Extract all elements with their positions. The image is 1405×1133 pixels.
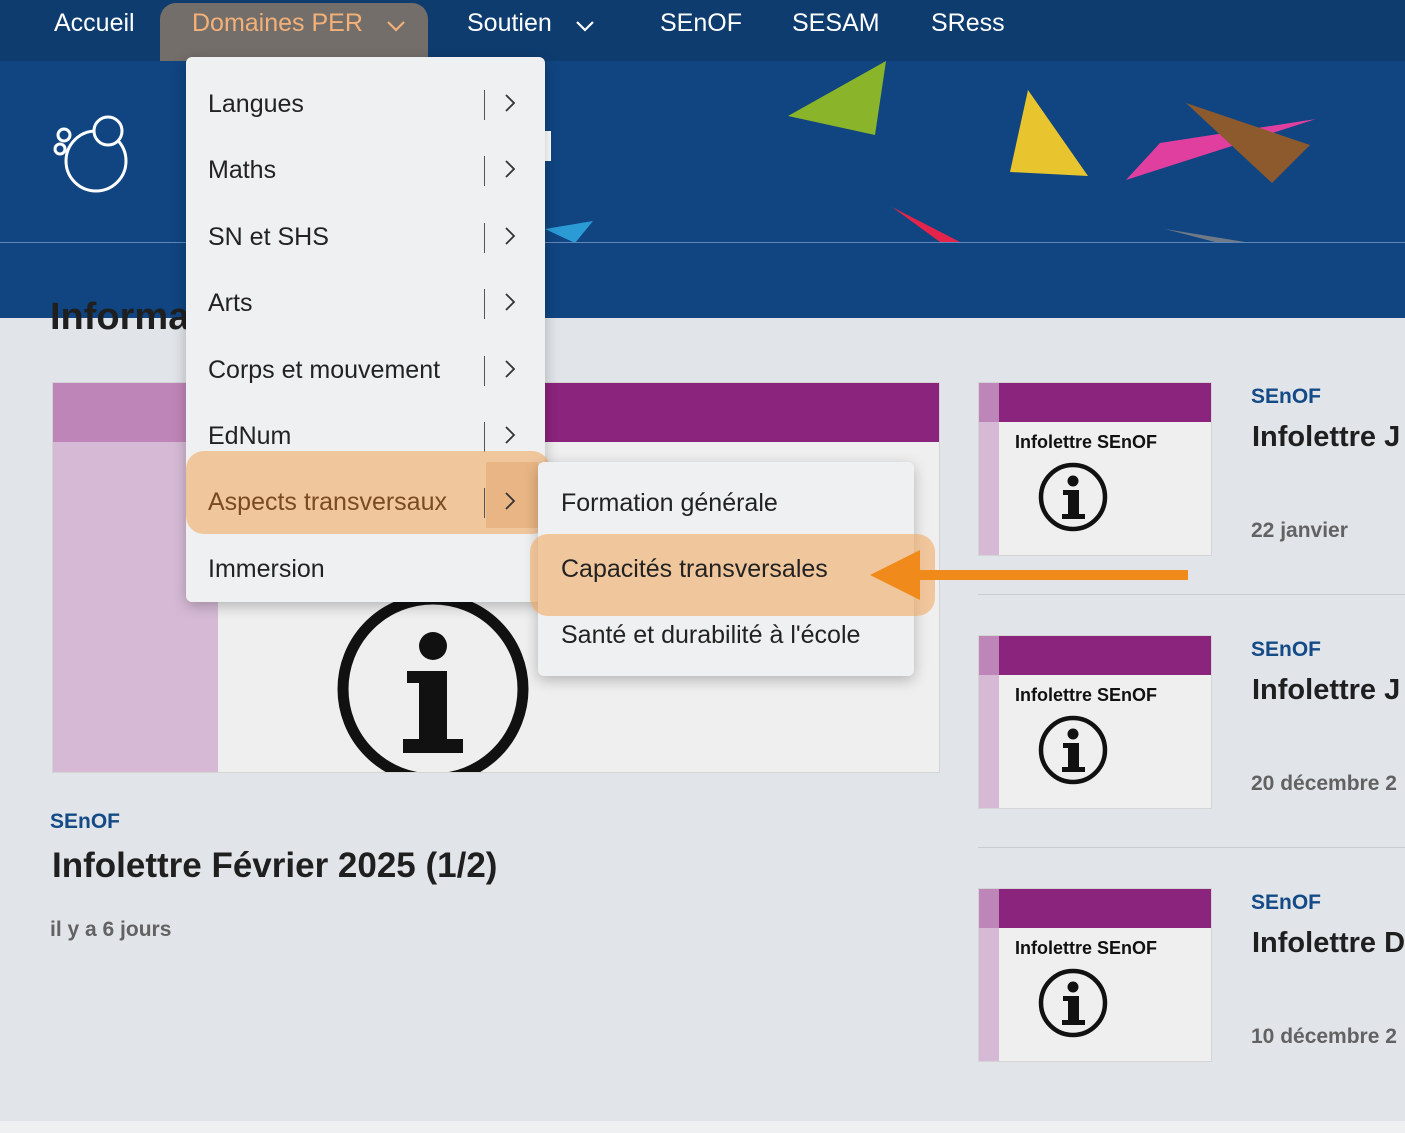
item-separator [484,488,485,518]
chevron-down-icon [575,10,595,39]
item-separator [484,223,485,253]
submenu-item-formation-generale[interactable]: Formation générale [538,470,914,536]
dropdown-item-label: EdNum [208,422,292,450]
nav-item-senof[interactable]: SEnOF [660,9,742,38]
nav-label: SEnOF [660,9,742,37]
dropdown-item-label: Arts [208,289,253,317]
side-article-kicker[interactable]: SEnOF [1251,891,1321,915]
site-logo-icon[interactable] [50,113,130,200]
item-separator [484,156,485,186]
dropdown-item-sn-shs[interactable]: SN et SHS [186,198,545,264]
thumbnail-label: Infolettre SEnOF [1015,938,1158,958]
footer-strip [0,1121,1405,1133]
nav-item-soutien[interactable]: Soutien [467,9,595,39]
dropdown-item-arts[interactable]: Arts [186,264,545,330]
nav-label: SESAM [792,9,880,37]
dropdown-item-maths[interactable]: Maths [186,131,545,197]
thumbnail-label: Infolettre SEnOF [1015,685,1158,705]
side-article-date: 20 décembre 2 [1251,772,1397,795]
chevron-right-icon[interactable] [504,425,516,450]
chevron-right-icon[interactable] [504,292,516,317]
dropdown-item-label: Maths [208,156,277,184]
featured-article-kicker[interactable]: SEnOF [50,810,120,834]
chevron-right-icon[interactable] [504,93,516,118]
image-stripe [979,636,999,675]
nav-label: Soutien [467,9,552,37]
side-article-title[interactable]: Infolettre J [1252,421,1400,454]
dropdown-item-label: Immersion [208,555,325,583]
featured-article-date: il y a 6 jours [50,918,172,941]
dropdown-item-label: Corps et mouvement [208,356,441,384]
info-icon [1037,967,1109,1044]
image-stripe [979,889,1211,928]
info-icon [335,591,531,772]
side-article-thumbnail[interactable]: Infolettre SEnOF [978,635,1212,809]
item-separator [484,289,485,319]
submenu-item-label: Santé et durabilité à l'école [561,621,861,649]
nav-label: Domaines PER [192,9,363,37]
chevron-right-icon[interactable] [504,226,516,251]
submenu-item-capacites-transversales[interactable]: Capacités transversales [538,540,914,606]
dropdown-item-label: Aspects transversaux [208,488,447,516]
image-stripe [979,636,1211,675]
side-article-thumbnail[interactable]: Infolettre SEnOF [978,888,1212,1062]
side-article-kicker[interactable]: SEnOF [1251,638,1321,662]
dropdown-item-aspects-transversaux[interactable]: Aspects transversaux [186,463,545,529]
nav-item-domaines-per[interactable]: Domaines PER [192,9,406,39]
side-article-title[interactable]: Infolettre D [1252,927,1405,960]
side-article-date: 10 décembre 2 [1251,1025,1397,1048]
nav-item-accueil[interactable]: Accueil [54,9,135,38]
info-icon [1037,714,1109,791]
nav-item-sesam[interactable]: SESAM [792,9,880,38]
featured-article-title[interactable]: Infolettre Février 2025 (1/2) [52,846,497,886]
annotation-arrow-icon [868,548,1192,607]
image-stripe [979,889,999,928]
side-article-date: 22 janvier [1251,519,1348,542]
side-article-thumbnail[interactable]: Infolettre SEnOF [978,382,1212,556]
side-article-title[interactable]: Infolettre J [1252,674,1400,707]
dropdown-item-langues[interactable]: Langues [186,65,545,131]
dropdown-item-label: Langues [208,90,304,118]
image-stripe [979,383,1211,422]
article-divider [978,847,1405,848]
chevron-right-icon[interactable] [504,491,516,516]
nav-label: Accueil [54,9,135,37]
submenu-item-label: Formation générale [561,489,778,517]
image-stripe [979,383,999,422]
dropdown-item-corps-mouvement[interactable]: Corps et mouvement [186,331,545,397]
submenu-item-label: Capacités transversales [561,555,828,583]
side-article-kicker[interactable]: SEnOF [1251,385,1321,409]
dropdown-item-immersion[interactable]: Immersion [186,530,545,596]
item-separator [484,90,485,120]
item-separator [484,356,485,386]
chevron-right-icon[interactable] [504,159,516,184]
top-navigation: Accueil Domaines PER Soutien SEnOF SESAM… [0,0,1405,85]
nav-label: SRess [931,9,1005,37]
nav-item-sress[interactable]: SRess [931,9,1005,38]
dropdown-item-label: SN et SHS [208,223,329,251]
item-separator [484,422,485,452]
thumbnail-label: Infolettre SEnOF [1015,432,1158,452]
info-icon [1037,461,1109,538]
chevron-right-icon[interactable] [504,359,516,384]
chevron-down-icon [386,10,406,39]
